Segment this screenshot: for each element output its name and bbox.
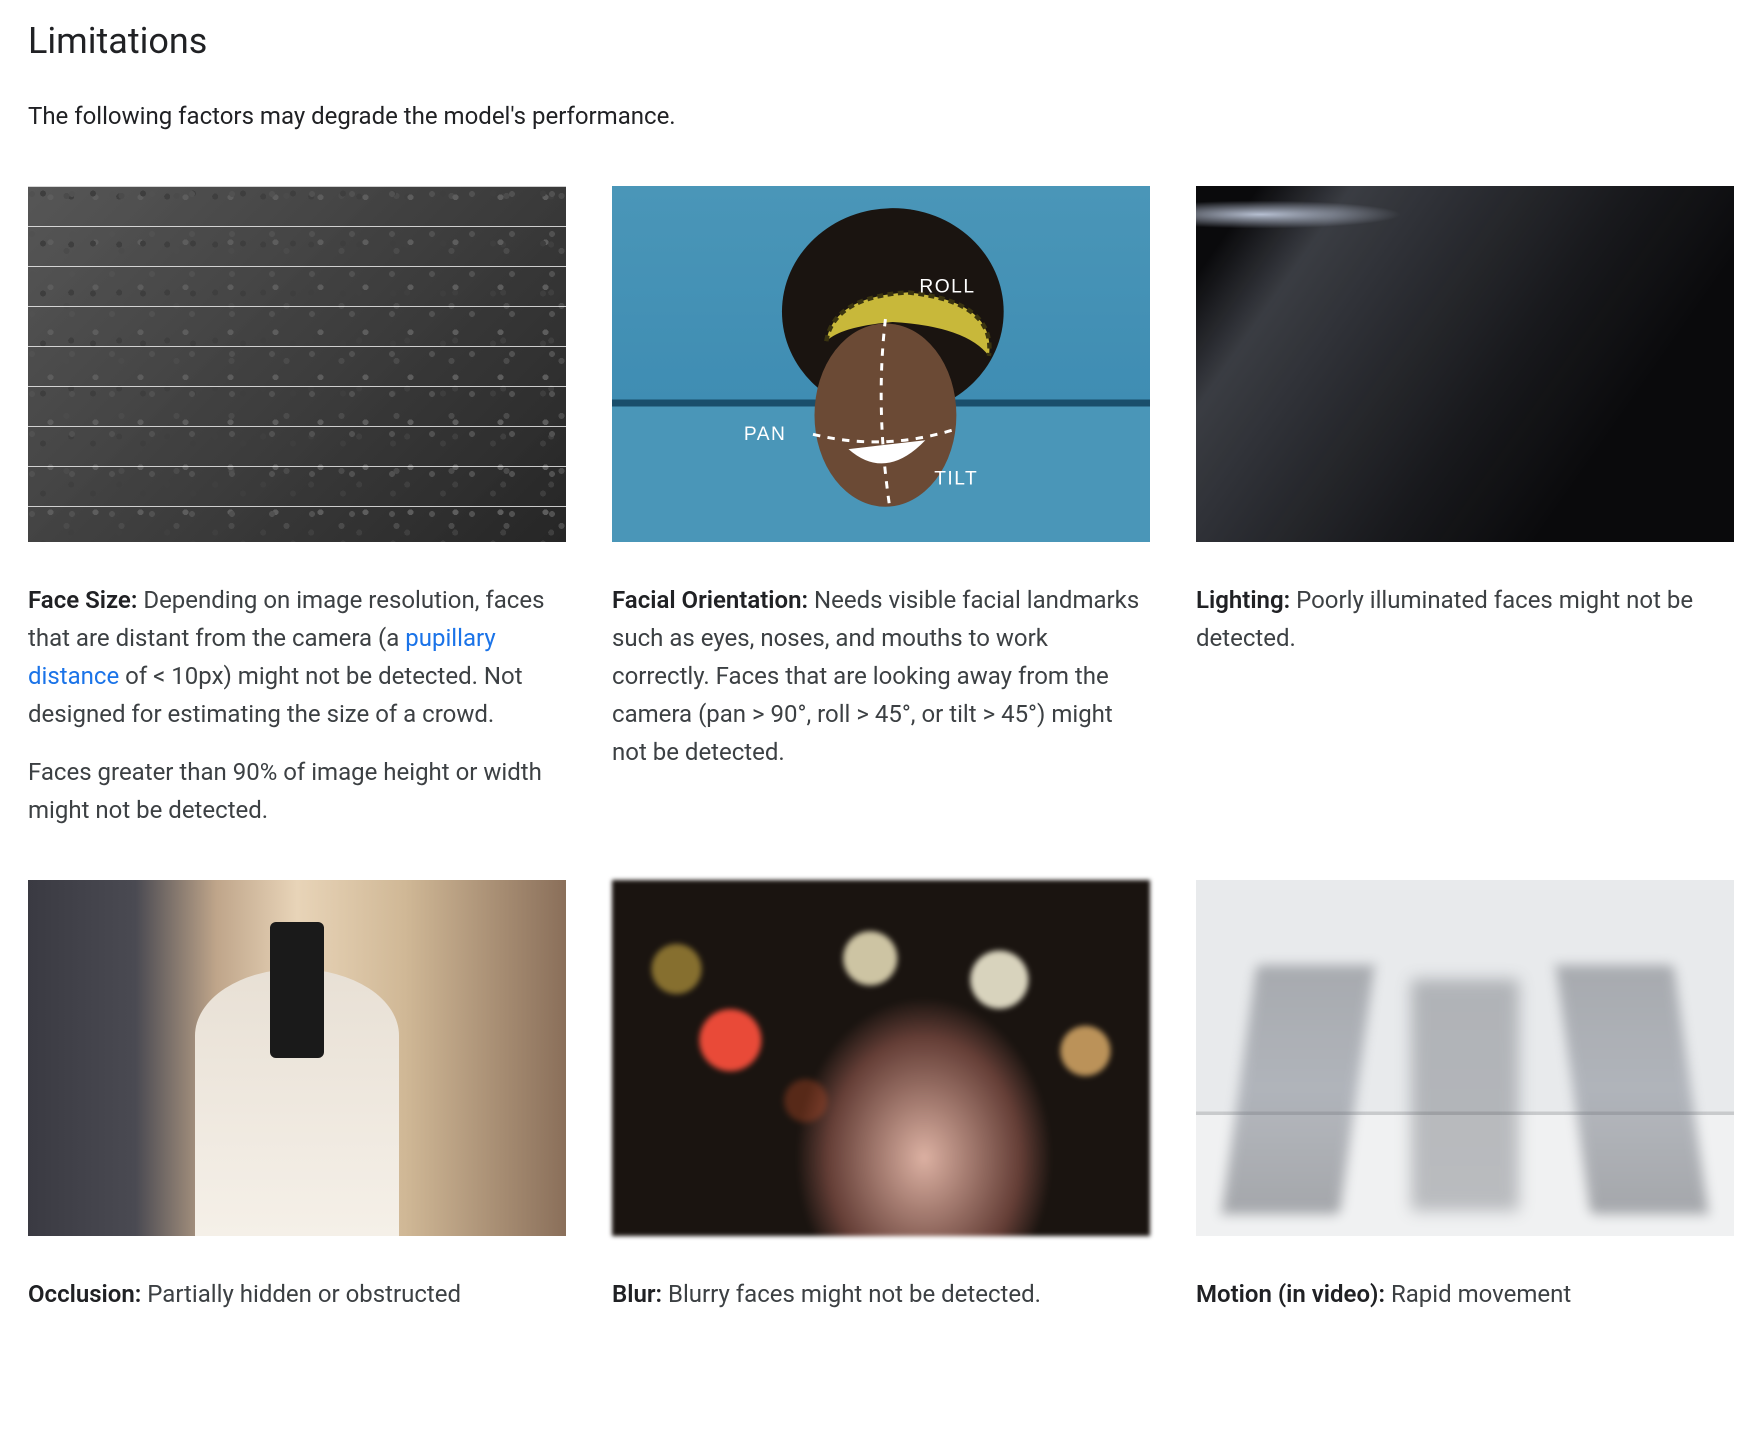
card-occlusion: Occlusion: Partially hidden or obstructe… bbox=[28, 880, 566, 1314]
card-title: Blur: bbox=[612, 1280, 662, 1308]
image-occlusion bbox=[28, 880, 566, 1236]
card-text-motion: Motion (in video): Rapid movement bbox=[1196, 1276, 1734, 1314]
intro-text: The following factors may degrade the mo… bbox=[28, 98, 1734, 134]
image-lighting bbox=[1196, 186, 1734, 542]
card-extra-text: Faces greater than 90% of image height o… bbox=[28, 754, 566, 830]
card-facial-orientation: ROLL PAN TILT Facial Orientation: Needs … bbox=[612, 186, 1150, 830]
card-lighting: Lighting: Poorly illuminated faces might… bbox=[1196, 186, 1734, 830]
image-motion bbox=[1196, 880, 1734, 1236]
card-body-part: Partially hidden or obstructed bbox=[141, 1280, 461, 1308]
card-text-face-size: Face Size: Depending on image resolution… bbox=[28, 582, 566, 829]
tilt-label: TILT bbox=[934, 469, 978, 490]
image-face-size bbox=[28, 186, 566, 542]
card-title: Motion (in video): bbox=[1196, 1280, 1385, 1308]
card-motion: Motion (in video): Rapid movement bbox=[1196, 880, 1734, 1314]
card-text-blur: Blur: Blurry faces might not be detected… bbox=[612, 1276, 1150, 1314]
card-face-size: Face Size: Depending on image resolution… bbox=[28, 186, 566, 830]
card-blur: Blur: Blurry faces might not be detected… bbox=[612, 880, 1150, 1314]
card-text-occlusion: Occlusion: Partially hidden or obstructe… bbox=[28, 1276, 566, 1314]
roll-label: ROLL bbox=[919, 276, 975, 297]
card-title: Facial Orientation: bbox=[612, 586, 808, 614]
card-text-lighting: Lighting: Poorly illuminated faces might… bbox=[1196, 582, 1734, 658]
card-body-part: Rapid movement bbox=[1385, 1280, 1571, 1308]
image-facial-orientation: ROLL PAN TILT bbox=[612, 186, 1150, 542]
pan-label: PAN bbox=[744, 424, 787, 445]
card-title: Occlusion: bbox=[28, 1280, 141, 1308]
card-text-facial-orientation: Facial Orientation: Needs visible facial… bbox=[612, 582, 1150, 772]
image-blur bbox=[612, 880, 1150, 1236]
limitations-grid: Face Size: Depending on image resolution… bbox=[28, 186, 1734, 1314]
card-title: Face Size: bbox=[28, 586, 137, 614]
section-heading: Limitations bbox=[28, 20, 1734, 62]
card-body-part: Blurry faces might not be detected. bbox=[662, 1280, 1041, 1308]
card-title: Lighting: bbox=[1196, 586, 1290, 614]
